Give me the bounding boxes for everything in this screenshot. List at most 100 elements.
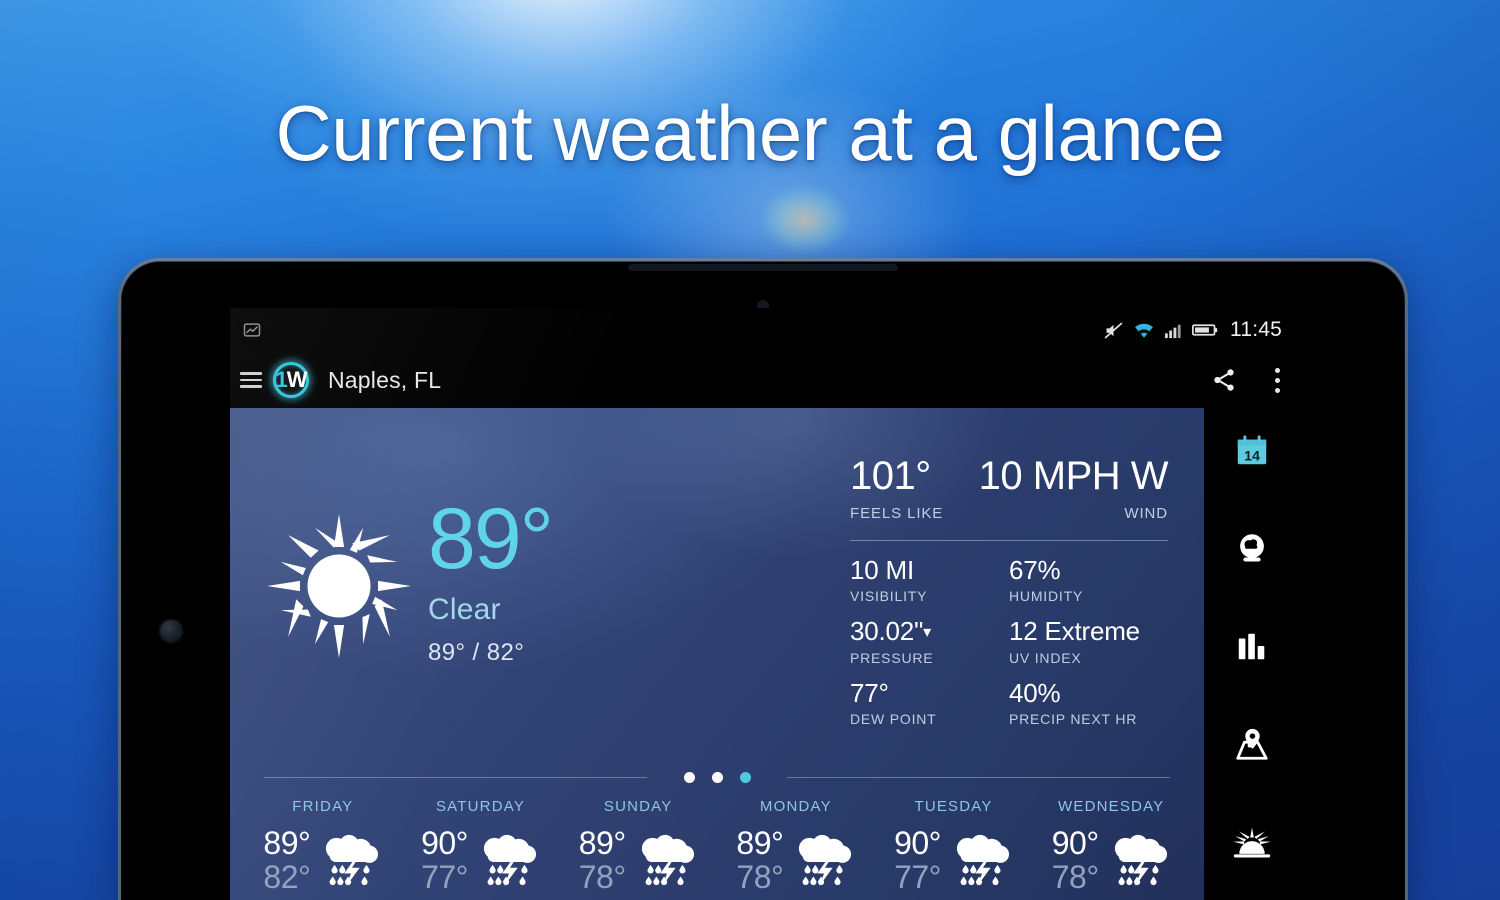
forecast-high: 90° xyxy=(421,825,468,861)
forecast-day-body: 90° 78° xyxy=(1051,826,1171,895)
feels-like-value: 101° xyxy=(850,454,931,498)
bar-chart-icon xyxy=(1238,633,1265,660)
daily-forecast-row: FRIDAY 89° 82° SATURDAY 90° 77° SUNDAY 8… xyxy=(230,790,1204,900)
app-bar-actions xyxy=(1211,367,1280,393)
stat-value: 12 Extreme xyxy=(1009,616,1140,647)
stat-pressure: 30.02"▾ PRESSURE xyxy=(850,618,1009,666)
mute-icon xyxy=(1104,322,1123,338)
stat-value-wrap: 30.02"▾ xyxy=(850,618,1009,645)
stat-precip-next-hour: 40% PRECIP NEXT HR xyxy=(1009,679,1168,727)
current-high-low: 89° / 82° xyxy=(428,638,525,666)
thunderstorm-icon xyxy=(799,834,852,886)
wind-value: 10 MPH W xyxy=(978,454,1169,498)
calendar-badge-text: 14 xyxy=(1244,449,1260,465)
forecast-temps: 90° 77° xyxy=(421,825,468,895)
forecast-high: 89° xyxy=(736,825,784,861)
side-camera-icon xyxy=(160,620,182,642)
forecast-temps: 90° 78° xyxy=(1051,826,1099,895)
pager-rule-right xyxy=(787,777,1170,778)
rail-item-charts[interactable] xyxy=(1229,624,1275,670)
feels-like-label: FEELS LIKE xyxy=(850,505,944,522)
forecast-day[interactable]: WEDNESDAY 90° 78° xyxy=(1032,790,1190,900)
forecast-day[interactable]: MONDAY 89° 78° xyxy=(717,790,875,900)
forecast-low: 78° xyxy=(578,858,626,895)
thunderstorm-icon xyxy=(641,834,694,886)
stat-uv-index: 12 Extreme UV INDEX xyxy=(1009,616,1168,665)
page-dot-1[interactable] xyxy=(683,771,695,783)
forecast-day[interactable]: TUESDAY 90° 77° xyxy=(875,790,1033,900)
logo-text-w: W xyxy=(286,367,308,392)
forecast-low: 82° xyxy=(263,858,311,895)
page-indicator[interactable] xyxy=(230,764,1204,790)
share-icon[interactable] xyxy=(1211,367,1237,393)
sun-icon xyxy=(264,511,414,661)
forecast-day-body: 89° 78° xyxy=(578,825,698,895)
stat-value: 77° xyxy=(850,677,889,708)
forecast-day-body: 89° 78° xyxy=(736,825,855,894)
pressure-falling-icon: ▾ xyxy=(923,624,931,642)
overflow-menu-icon[interactable] xyxy=(1275,367,1280,393)
wifi-icon xyxy=(1135,323,1153,338)
page-dot-3[interactable] xyxy=(739,771,751,783)
stat-dew-point: 77° DEW POINT xyxy=(850,677,1009,727)
thunderstorm-icon xyxy=(326,834,379,886)
stat-value: 10 MI xyxy=(850,555,915,585)
forecast-high: 89° xyxy=(263,825,311,861)
rail-item-conditions[interactable] xyxy=(1229,526,1275,572)
thunderstorm-icon xyxy=(1114,834,1167,886)
stat-label: VISIBILITY xyxy=(850,588,928,605)
stat-label: HUMIDITY xyxy=(1009,588,1084,605)
rail-item-forecast-calendar[interactable]: 14 xyxy=(1229,428,1275,474)
forecast-day[interactable]: SATURDAY 90° 77° xyxy=(402,790,560,900)
stat-label: PRESSURE xyxy=(850,649,934,666)
weather-globe-icon xyxy=(1240,534,1264,562)
status-bar: 11:45 xyxy=(230,308,1300,352)
rail-item-sunrise[interactable] xyxy=(1229,820,1275,866)
calendar-icon: 14 xyxy=(1237,435,1267,465)
forecast-day-name: TUESDAY xyxy=(914,798,993,815)
forecast-low: 77° xyxy=(421,858,468,895)
app-logo[interactable]: 1W xyxy=(270,359,312,401)
forecast-high: 90° xyxy=(894,825,941,861)
forecast-low: 78° xyxy=(1051,858,1099,895)
forecast-day-name: SUNDAY xyxy=(603,798,673,815)
forecast-day-name: MONDAY xyxy=(759,798,832,815)
current-primary: 89° Clear 89° / 82° xyxy=(230,408,850,764)
stat-humidity: 67% HUMIDITY xyxy=(1009,556,1168,605)
signal-icon xyxy=(1164,324,1181,338)
forecast-day-name: WEDNESDAY xyxy=(1058,798,1165,815)
forecast-day-body: 89° 82° xyxy=(263,825,382,895)
current-temperature-block: 89° Clear 89° / 82° xyxy=(428,491,554,673)
forecast-high: 89° xyxy=(578,825,626,861)
promo-headline: Current weather at a glance xyxy=(275,89,1225,177)
tablet-device-mockup: 11:45 1W Naples, FL 89° Clear 89° / 82° … xyxy=(118,258,1408,900)
forecast-day[interactable]: SUNDAY 89° 78° xyxy=(559,790,717,900)
location-title[interactable]: Naples, FL xyxy=(328,367,441,394)
thunderstorm-icon xyxy=(956,834,1010,886)
thunderstorm-icon xyxy=(483,834,536,886)
current-condition-label: Clear xyxy=(428,592,501,626)
current-details: 101° FEELS LIKE 10 MPH W WIND 10 MI VISI… xyxy=(850,408,1204,764)
right-nav-rail: 14 xyxy=(1204,408,1300,900)
status-bar-clock: 11:45 xyxy=(1230,318,1282,341)
details-divider xyxy=(850,540,1168,541)
forecast-day[interactable]: FRIDAY 89° 82° xyxy=(244,790,402,900)
page-dot-2[interactable] xyxy=(711,771,723,783)
earpiece-speaker xyxy=(628,264,898,271)
device-screen: 11:45 1W Naples, FL 89° Clear 89° / 82° … xyxy=(230,308,1300,900)
current-temperature: 89° xyxy=(428,491,554,588)
forecast-day-body: 90° 77° xyxy=(421,825,540,895)
stat-visibility: 10 MI VISIBILITY xyxy=(850,555,1009,605)
image-icon xyxy=(243,323,261,337)
rail-item-map[interactable] xyxy=(1229,722,1275,768)
status-bar-notifications xyxy=(242,320,262,340)
hamburger-menu-icon[interactable] xyxy=(240,372,262,388)
forecast-temps: 90° 77° xyxy=(894,825,941,894)
map-pin-icon xyxy=(1236,728,1268,760)
forecast-day-name: FRIDAY xyxy=(292,798,354,815)
wind-stat: 10 MPH W WIND xyxy=(978,454,1169,522)
battery-icon xyxy=(1192,324,1218,336)
status-bar-system-icons: 11:45 xyxy=(1103,318,1282,342)
weather-stats-grid: 10 MI VISIBILITY 67% HUMIDITY 30.02"▾ PR… xyxy=(850,555,1168,727)
current-details-top: 101° FEELS LIKE 10 MPH W WIND xyxy=(850,454,1169,522)
